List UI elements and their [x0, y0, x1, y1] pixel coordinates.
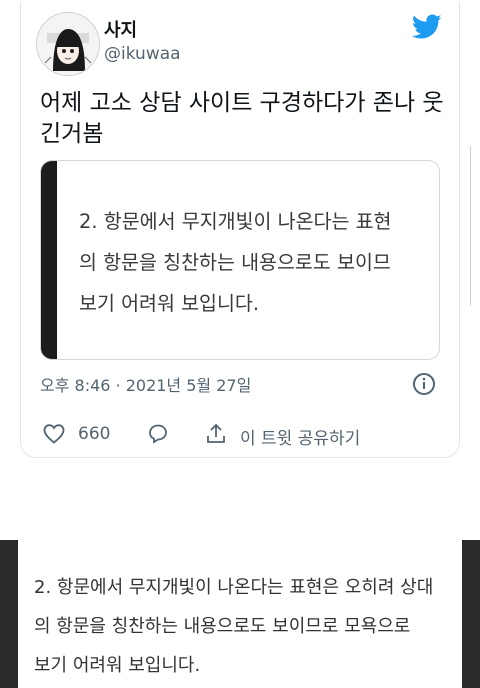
excerpt-line: 보기 어려워 보입니다. — [34, 655, 201, 676]
avatar[interactable] — [36, 12, 100, 76]
media-text: 2. 항문에서 무지개빛이 나온다는 표현 의 항문을 칭찬하는 내용으로도 보… — [79, 201, 439, 324]
twitter-bird-icon[interactable] — [412, 14, 442, 40]
tweet-timestamp[interactable]: 오후 8:46 · 2021년 5월 27일 — [40, 372, 251, 396]
display-name[interactable]: 사지 — [104, 16, 137, 42]
media-text-line: 의 항문을 칭찬하는 내용으로도 보이므 — [79, 251, 391, 274]
share-tweet-label[interactable]: 이 트윗 공유하기 — [240, 424, 360, 449]
excerpt-panel: 2. 항문에서 무지개빛이 나온다는 표현은 오히려 상대 의 항문을 칭찬하는… — [0, 540, 480, 688]
user-handle[interactable]: @ikuwaa — [104, 44, 181, 64]
media-dark-edge — [41, 161, 57, 359]
tweet-actions: 660 이 트윗 공유하기 — [40, 420, 440, 449]
media-text-line: 2. 항문에서 무지개빛이 나온다는 표현 — [79, 210, 392, 233]
scroll-edge-line — [470, 146, 471, 306]
tweet-text-line: 긴거봄 — [40, 121, 104, 147]
info-icon[interactable] — [412, 372, 436, 396]
tweet-media-image[interactable]: 2. 항문에서 무지개빛이 나온다는 표현 의 항문을 칭찬하는 내용으로도 보… — [40, 160, 440, 360]
media-text-line: 보기 어려워 보입니다. — [79, 292, 260, 315]
heart-icon[interactable] — [42, 422, 66, 446]
panel-dark-edge-left — [0, 540, 18, 688]
panel-dark-edge-right — [462, 540, 480, 688]
excerpt-line: 2. 항문에서 무지개빛이 나온다는 표현은 오히려 상대 — [34, 577, 434, 598]
tweet-text: 어제 고소 상담 사이트 구경하다가 존나 웃 긴거봄 — [40, 88, 460, 150]
excerpt-text: 2. 항문에서 무지개빛이 나온다는 표현은 오히려 상대 의 항문을 칭찬하는… — [34, 568, 454, 685]
reply-icon[interactable] — [146, 422, 170, 446]
avatar-drawing — [37, 13, 99, 75]
share-icon[interactable] — [204, 422, 228, 446]
tweet-text-line: 어제 고소 상담 사이트 구경하다가 존나 웃 — [40, 90, 444, 116]
like-count: 660 — [78, 424, 111, 444]
excerpt-line: 의 항문을 칭찬하는 내용으로도 보이므로 모욕으로 — [34, 616, 411, 637]
